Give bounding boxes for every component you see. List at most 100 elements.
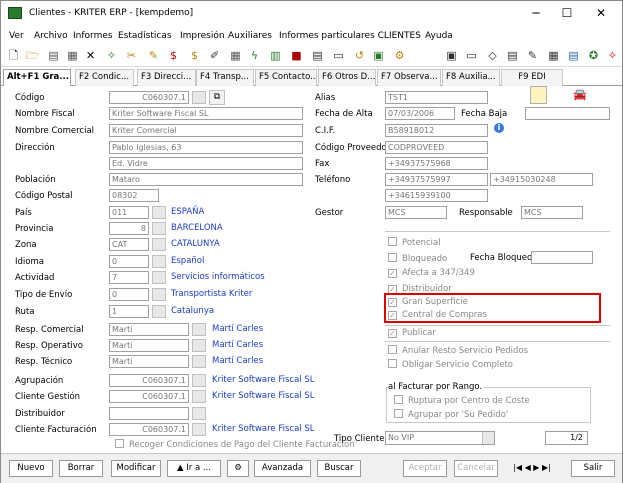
menu-estadisticas[interactable]: Estadísticas bbox=[118, 31, 172, 41]
menu-auxiliares[interactable]: Auxiliares bbox=[228, 31, 272, 41]
resp-operativo-link[interactable]: Martí Carles bbox=[212, 340, 263, 350]
borrar-button[interactable]: Borrar bbox=[59, 460, 103, 477]
codigo-button[interactable] bbox=[192, 91, 206, 104]
calendar-icon[interactable]: ▦ bbox=[228, 48, 243, 63]
lightbulb-icon[interactable]: ✪ bbox=[586, 48, 601, 63]
cif-field[interactable]: B58918012 bbox=[385, 124, 488, 137]
tool-icon-7[interactable]: ϟ bbox=[247, 48, 262, 63]
tool-icon-1[interactable]: ✧ bbox=[104, 48, 119, 63]
nombre-fiscal-field[interactable]: Kriter Software Fiscal SL bbox=[109, 107, 303, 120]
potencial-checkbox-box[interactable] bbox=[388, 237, 397, 246]
responsable-field[interactable]: MCS bbox=[521, 206, 583, 219]
actividad-button[interactable] bbox=[152, 271, 166, 284]
tool-icon-2[interactable]: ✂ bbox=[124, 48, 139, 63]
publicar-checkbox-box[interactable]: ✓ bbox=[388, 329, 397, 338]
salir-button[interactable]: Salir bbox=[571, 460, 615, 477]
bloqueado-checkbox-box[interactable] bbox=[388, 253, 397, 262]
ruptura-checkbox-box[interactable] bbox=[394, 395, 403, 404]
idioma-link[interactable]: Español bbox=[171, 256, 204, 266]
anular-checkbox-box[interactable] bbox=[388, 345, 397, 354]
actividad-field[interactable]: 7 bbox=[109, 271, 149, 284]
resp-comercial-button[interactable] bbox=[192, 323, 206, 336]
resp-tecnico-field[interactable]: Marti bbox=[109, 355, 189, 368]
last-icon[interactable]: ▶| bbox=[542, 463, 551, 472]
codigo-field[interactable]: C060307.1 bbox=[109, 91, 189, 104]
poblacion-field[interactable]: Mataro bbox=[109, 173, 303, 186]
agrupar-checkbox[interactable]: Agrupar por 'Su Pedido' bbox=[394, 409, 508, 420]
copy-icon[interactable]: ⧉ bbox=[209, 90, 225, 105]
direccion-field-2[interactable]: Ed. Vidre bbox=[109, 157, 303, 170]
tab-condiciones[interactable]: F2 Condic... bbox=[75, 69, 134, 86]
cliente-gestion-link[interactable]: Kriter Software Fiscal SL bbox=[212, 391, 315, 401]
tool-icon-6[interactable]: ✐ bbox=[207, 48, 222, 63]
provincia-button[interactable] bbox=[152, 222, 166, 235]
central-compras-checkbox-box[interactable]: ✓ bbox=[388, 311, 397, 320]
fecha-bloqueo-field[interactable] bbox=[531, 251, 593, 264]
resp-operativo-button[interactable] bbox=[192, 339, 206, 352]
tool-icon-3[interactable]: ✎ bbox=[146, 48, 161, 63]
tab-transporte[interactable]: F4 Transp... bbox=[196, 69, 254, 86]
pais-link[interactable]: ESPAÑA bbox=[171, 207, 204, 217]
note-icon[interactable] bbox=[530, 86, 547, 104]
menu-archivo[interactable]: Archivo bbox=[34, 31, 68, 41]
agrupacion-field[interactable]: C060307.1 bbox=[109, 374, 189, 387]
menu-ver[interactable]: Ver bbox=[9, 31, 24, 41]
tab-general[interactable]: Alt+F1 Gra... bbox=[3, 69, 71, 86]
resp-operativo-field[interactable]: Marti bbox=[109, 339, 189, 352]
close-button[interactable]: ✕ bbox=[586, 3, 616, 23]
actividad-link[interactable]: Servicios informáticos bbox=[171, 272, 265, 282]
tab-contactos[interactable]: F5 Contacto... bbox=[255, 69, 317, 86]
alias-field[interactable]: TST1 bbox=[385, 91, 488, 104]
codigo-proveedor-field[interactable]: CODPROVEED bbox=[385, 141, 488, 154]
ir-a-button[interactable]: ▲ Ir a ... bbox=[167, 460, 221, 477]
agrupacion-link[interactable]: Kriter Software Fiscal SL bbox=[212, 375, 315, 385]
cliente-gestion-button[interactable] bbox=[192, 390, 206, 403]
telefono-field-2[interactable]: +34915030248 bbox=[490, 173, 593, 186]
number-icon[interactable]: ▭ bbox=[331, 48, 346, 63]
resp-comercial-field[interactable]: Marti bbox=[109, 323, 189, 336]
provincia-link[interactable]: BARCELONA bbox=[171, 223, 223, 233]
afecta-checkbox[interactable]: ✓ Afecta a 347/349 bbox=[388, 268, 475, 278]
tool-icon-13[interactable]: ▭ bbox=[464, 48, 479, 63]
tool-icon-12[interactable]: ▣ bbox=[444, 48, 459, 63]
tool-icon-9[interactable]: ↺ bbox=[352, 48, 367, 63]
gestor-field[interactable]: MCS bbox=[385, 206, 447, 219]
car-icon[interactable]: 🚘 bbox=[573, 88, 587, 101]
ruta-button[interactable] bbox=[152, 305, 166, 318]
menu-ayuda[interactable]: Ayuda bbox=[425, 31, 453, 41]
tool-icon-5[interactable]: $ bbox=[187, 48, 202, 63]
tool-icon-4[interactable]: $ bbox=[166, 48, 181, 63]
tipo-envio-link[interactable]: Transportista Kriter bbox=[171, 289, 252, 299]
tool-icon-19[interactable]: ✧ bbox=[605, 48, 620, 63]
next-icon[interactable]: ▶ bbox=[533, 463, 539, 472]
tool-icon-15[interactable]: ▤ bbox=[505, 48, 520, 63]
modificar-button[interactable]: Modificar bbox=[111, 460, 161, 477]
aceptar-button[interactable]: Aceptar bbox=[403, 460, 447, 477]
tool-icon-16[interactable]: ✎ bbox=[525, 48, 540, 63]
nombre-comercial-field[interactable]: Kriter Comercial bbox=[109, 124, 303, 137]
zona-link[interactable]: CATALUNYA bbox=[171, 239, 220, 249]
cliente-facturacion-button[interactable] bbox=[192, 423, 206, 436]
cancelar-button[interactable]: Cancelar bbox=[454, 460, 498, 477]
idioma-field[interactable]: 0 bbox=[109, 255, 149, 268]
tab-observaciones[interactable]: F7 Observa... bbox=[377, 69, 441, 86]
recoger-checkbox-box[interactable] bbox=[115, 439, 124, 448]
ruta-field[interactable]: 1 bbox=[109, 305, 149, 318]
publicar-checkbox[interactable]: ✓ Publicar bbox=[388, 328, 436, 338]
cliente-facturacion-field[interactable]: C060307.1 bbox=[109, 423, 189, 436]
buscar-button[interactable]: Buscar bbox=[317, 460, 361, 477]
tool-icon-8[interactable]: ■ bbox=[289, 48, 304, 63]
prev-icon[interactable]: ◀ bbox=[525, 463, 531, 472]
nuevo-button[interactable]: Nuevo bbox=[9, 460, 53, 477]
distribuidor-field[interactable] bbox=[109, 407, 189, 420]
gear-icon[interactable]: ⚙ bbox=[227, 460, 249, 477]
tool-icon-11[interactable]: ⚙ bbox=[392, 48, 407, 63]
fecha-alta-field[interactable]: 07/03/2006 bbox=[385, 107, 455, 120]
tipo-cliente-select[interactable]: No VIP bbox=[385, 431, 495, 445]
tipo-envio-button[interactable] bbox=[152, 288, 166, 301]
new-icon[interactable]: 🗋 bbox=[6, 48, 21, 63]
pais-button[interactable] bbox=[152, 206, 166, 219]
telefono-field-1[interactable]: +34937575997 bbox=[385, 173, 488, 186]
telefono-field-3[interactable]: +34615939100 bbox=[385, 189, 488, 202]
obligar-checkbox-box[interactable] bbox=[388, 359, 397, 368]
